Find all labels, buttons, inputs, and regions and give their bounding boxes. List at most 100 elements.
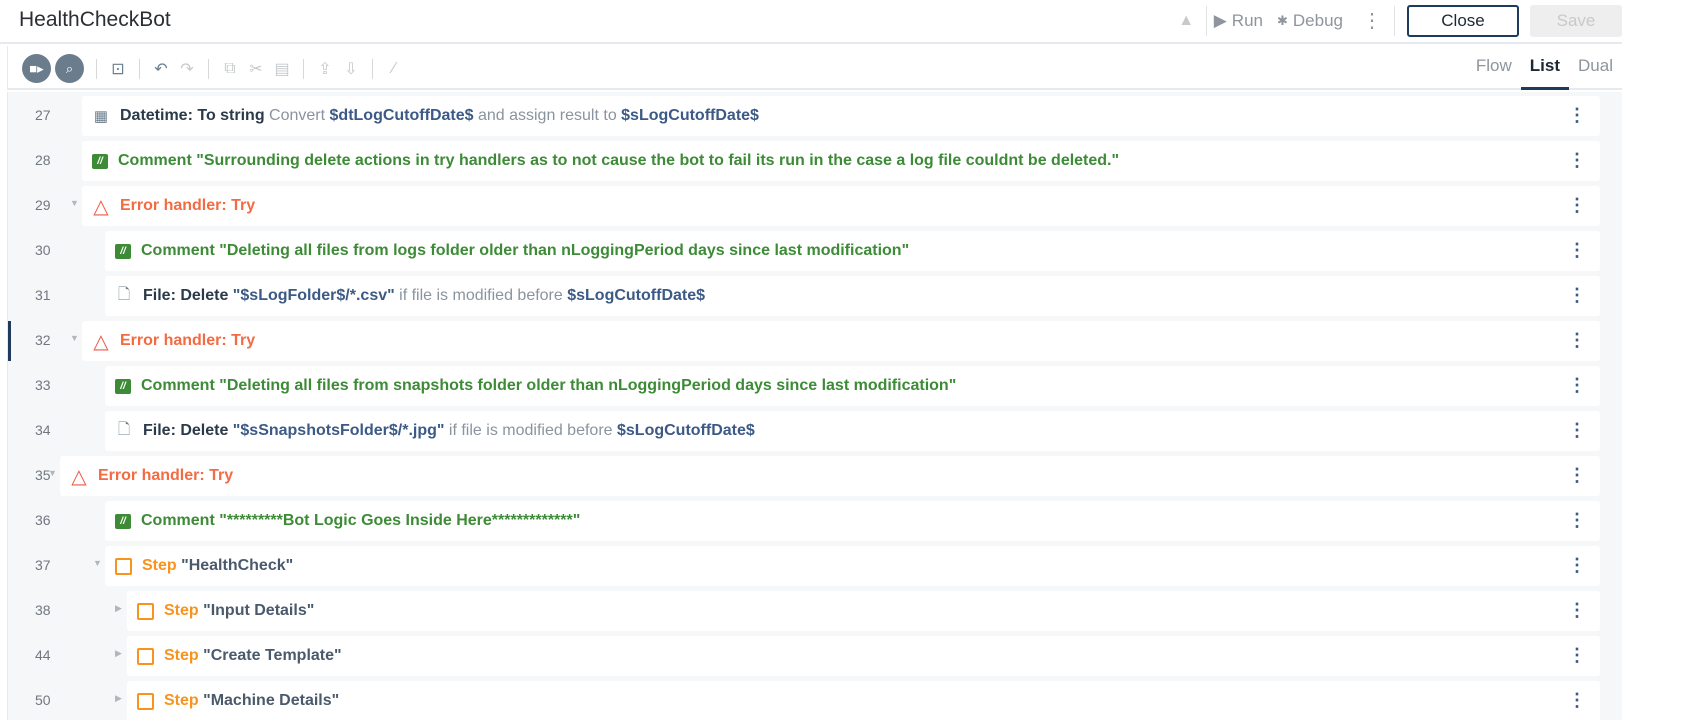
action-text-error: Error handler: Try bbox=[120, 197, 256, 214]
row-menu-icon[interactable]: ⋮ bbox=[1568, 195, 1586, 215]
action-card[interactable]: Step "HealthCheck" ⋮ bbox=[105, 546, 1600, 586]
export-icon[interactable]: ⇪ bbox=[312, 59, 338, 79]
action-text-muted: if file is modified before bbox=[394, 287, 568, 304]
more-options-icon[interactable]: ⋮ bbox=[1350, 6, 1395, 36]
divider bbox=[96, 58, 97, 79]
action-card[interactable]: 🗋 File: Delete "$sLogFolder$/*.csv" if fi… bbox=[105, 276, 1600, 316]
tab-flow[interactable]: Flow bbox=[1467, 46, 1521, 90]
line-number: 50 bbox=[35, 692, 51, 708]
line-number: 29 bbox=[35, 197, 51, 213]
row-menu-icon[interactable]: ⋮ bbox=[1568, 330, 1586, 350]
action-text-var: $sLogCutoffDate$ bbox=[567, 287, 706, 304]
action-text-var: $dtLogCutoffDate$ bbox=[329, 107, 474, 124]
collapse-caret-icon[interactable]: ▼ bbox=[70, 333, 79, 343]
action-text-step: Step bbox=[164, 647, 199, 664]
collapse-caret-icon[interactable]: ▼ bbox=[48, 468, 57, 478]
record-video-icon[interactable]: ■▸ bbox=[22, 54, 51, 83]
action-text-var: "$sLogFolder$/*.csv" bbox=[228, 287, 395, 304]
action-list: 27 ▦ Datetime: To string Convert $dtLogCut… bbox=[7, 92, 1622, 720]
row-menu-icon[interactable]: ⋮ bbox=[1568, 150, 1586, 170]
close-button[interactable]: Close bbox=[1407, 5, 1519, 37]
action-card[interactable]: ▦ Datetime: To string Convert $dtLogCutof… bbox=[82, 96, 1600, 136]
action-row[interactable]: 27 ▦ Datetime: To string Convert $dtLogCut… bbox=[8, 96, 1622, 136]
action-row[interactable]: 36 // Comment "*********Bot Logic Goes Ins… bbox=[8, 501, 1622, 541]
copy-icon[interactable]: ⧉ bbox=[217, 60, 243, 78]
line-number: 44 bbox=[35, 647, 51, 663]
action-row[interactable]: 32 ▼ △ Error handler: Try ⋮ bbox=[8, 321, 1622, 361]
line-number: 33 bbox=[35, 377, 51, 393]
folder-search-icon[interactable]: ⌕ bbox=[55, 54, 84, 83]
divider bbox=[303, 58, 304, 79]
action-card[interactable]: △ Error handler: Try ⋮ bbox=[82, 186, 1600, 226]
step-icon bbox=[137, 602, 154, 620]
action-row[interactable]: 37 ▼ Step "HealthCheck" ⋮ bbox=[8, 546, 1622, 586]
comment-icon: // bbox=[115, 243, 131, 259]
tab-dual[interactable]: Dual bbox=[1569, 46, 1622, 90]
expand-caret-icon[interactable]: ▶ bbox=[115, 603, 122, 614]
toolbar: ■▸ ⌕ ⊡ ↶ ↷ ⧉ ✂ ▤ ⇪ ⇩ ⁄ Flow List Dual bbox=[7, 46, 1622, 90]
laptop-check-icon[interactable]: ⊡ bbox=[105, 59, 131, 79]
divider bbox=[139, 58, 140, 79]
action-row[interactable]: 30 // Comment "Deleting all files from log… bbox=[8, 231, 1622, 271]
row-menu-icon[interactable]: ⋮ bbox=[1568, 375, 1586, 395]
action-card[interactable]: △ Error handler: Try ⋮ bbox=[60, 456, 1600, 496]
expand-caret-icon[interactable]: ▶ bbox=[115, 693, 122, 704]
collapse-caret-icon[interactable]: ▼ bbox=[70, 198, 79, 208]
row-menu-icon[interactable]: ⋮ bbox=[1568, 510, 1586, 530]
debug-button[interactable]: ✱ Debug bbox=[1270, 11, 1350, 31]
action-row[interactable]: 33 // Comment "Deleting all files from sna… bbox=[8, 366, 1622, 406]
action-card[interactable]: // Comment "*********Bot Logic Goes Insid… bbox=[105, 501, 1600, 541]
run-button[interactable]: ▶ Run bbox=[1207, 11, 1270, 31]
line-number: 36 bbox=[35, 512, 51, 528]
action-row[interactable]: 29 ▼ △ Error handler: Try ⋮ bbox=[8, 186, 1622, 226]
tab-list[interactable]: List bbox=[1520, 46, 1570, 90]
action-text-title: File: Delete bbox=[143, 422, 229, 439]
view-tabs: Flow List Dual bbox=[1467, 46, 1622, 90]
row-menu-icon[interactable]: ⋮ bbox=[1568, 465, 1586, 485]
action-text-name: "Create Template" bbox=[198, 647, 342, 664]
action-row[interactable]: 34 🗋 File: Delete "$sSnapshotsFolder$/*.jp… bbox=[8, 411, 1622, 451]
action-card[interactable]: 🗋 File: Delete "$sSnapshotsFolder$/*.jpg"… bbox=[105, 411, 1600, 451]
disable-icon[interactable]: ⁄ bbox=[381, 60, 407, 78]
row-menu-icon[interactable]: ⋮ bbox=[1568, 285, 1586, 305]
action-card[interactable]: Step "Create Template" ⋮ bbox=[127, 636, 1600, 676]
action-row[interactable]: 31 🗋 File: Delete "$sLogFolder$/*.csv" if … bbox=[8, 276, 1622, 316]
action-text-error: Error handler: Try bbox=[98, 467, 234, 484]
action-card[interactable]: // Comment "Surrounding delete actions in… bbox=[82, 141, 1600, 181]
row-menu-icon[interactable]: ⋮ bbox=[1568, 105, 1586, 125]
action-text-muted: Convert bbox=[264, 107, 330, 124]
row-menu-icon[interactable]: ⋮ bbox=[1568, 555, 1586, 575]
row-menu-icon[interactable]: ⋮ bbox=[1568, 420, 1586, 440]
action-row[interactable]: 38 ▶ Step "Input Details" ⋮ bbox=[8, 591, 1622, 631]
action-row[interactable]: 44 ▶ Step "Create Template" ⋮ bbox=[8, 636, 1622, 676]
expand-caret-icon[interactable]: ▶ bbox=[115, 648, 122, 659]
row-menu-icon[interactable]: ⋮ bbox=[1568, 240, 1586, 260]
action-row[interactable]: 50 ▶ Step "Machine Details" ⋮ bbox=[8, 681, 1622, 720]
row-menu-icon[interactable]: ⋮ bbox=[1568, 690, 1586, 710]
action-row[interactable]: 35 ▼ △ Error handler: Try ⋮ bbox=[8, 456, 1622, 496]
action-row[interactable]: 28 // Comment "Surrounding delete actions … bbox=[8, 141, 1622, 181]
action-card[interactable]: Step "Input Details" ⋮ bbox=[127, 591, 1600, 631]
action-card[interactable]: △ Error handler: Try ⋮ bbox=[82, 321, 1600, 361]
undo-icon[interactable]: ↶ bbox=[148, 59, 174, 79]
redo-icon[interactable]: ↷ bbox=[174, 59, 200, 79]
collapse-caret-icon[interactable]: ▼ bbox=[93, 558, 102, 568]
comment-icon: // bbox=[115, 513, 131, 529]
paste-icon[interactable]: ▤ bbox=[269, 59, 295, 79]
save-button[interactable]: Save bbox=[1530, 5, 1622, 37]
action-text-comment: Comment "Deleting all files from snapsho… bbox=[141, 377, 957, 394]
action-card[interactable]: // Comment "Deleting all files from logs … bbox=[105, 231, 1600, 271]
row-menu-icon[interactable]: ⋮ bbox=[1568, 645, 1586, 665]
step-icon bbox=[137, 647, 154, 665]
error-handler-icon: △ bbox=[71, 465, 87, 488]
warning-icon[interactable]: ▲ bbox=[1167, 6, 1207, 36]
line-number: 27 bbox=[35, 107, 51, 123]
action-text-step: Step bbox=[164, 602, 199, 619]
action-card[interactable]: Step "Machine Details" ⋮ bbox=[127, 681, 1600, 720]
import-icon[interactable]: ⇩ bbox=[338, 59, 364, 79]
divider bbox=[208, 58, 209, 79]
row-menu-icon[interactable]: ⋮ bbox=[1568, 600, 1586, 620]
cut-icon[interactable]: ✂ bbox=[243, 59, 269, 79]
action-card[interactable]: // Comment "Deleting all files from snaps… bbox=[105, 366, 1600, 406]
line-number: 30 bbox=[35, 242, 51, 258]
